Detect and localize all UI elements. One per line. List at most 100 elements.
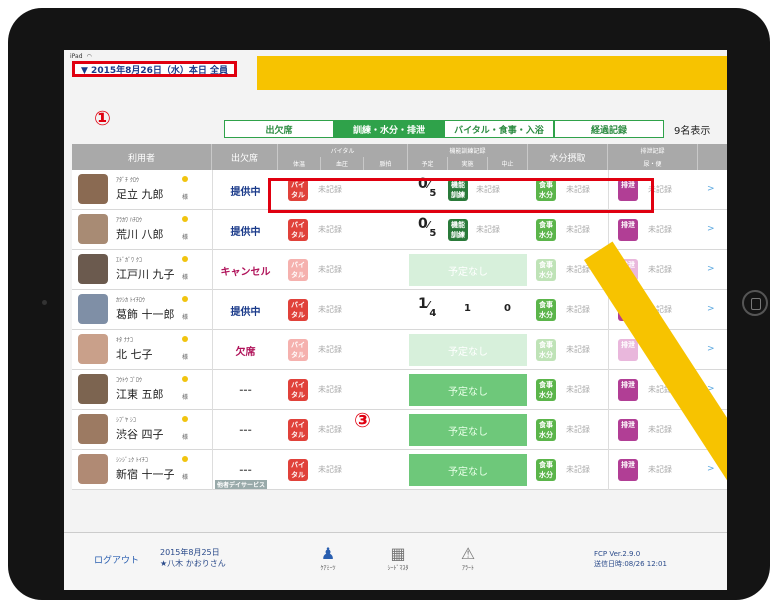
user-name: 江戸川 九子 (116, 268, 175, 281)
honorific: 様 (182, 194, 189, 201)
tab-progress[interactable]: 経過記録 (554, 120, 664, 138)
home-button[interactable] (742, 290, 768, 316)
user-name: 北 七子 (116, 348, 153, 361)
avatar (78, 454, 108, 484)
sent-time: 送信日時:08/26 12:01 (594, 560, 667, 568)
table-row[interactable]: ｱﾗｶﾜ ﾊﾁﾛｳ 荒川 八郎様提供中 バイ タル 未記録 0⁄5 機能 訓練 未記録 食事 水分未… (72, 210, 727, 250)
date-selector[interactable]: ▼ 2015年8月26日（水）本日 全員 (72, 61, 238, 77)
vital-badge[interactable]: バイ タル (288, 299, 308, 321)
excretion-badge[interactable]: 排泄 (618, 219, 638, 241)
attendance-label: 提供中 (230, 186, 261, 198)
marker-1: ① (94, 106, 111, 130)
vital-badge[interactable]: バイ タル (288, 419, 308, 441)
date-label: ▼ 2015年8月26日（水）本日 全員 (81, 65, 229, 76)
status-dot (182, 456, 188, 462)
water-badge[interactable]: 食事 水分 (536, 339, 556, 361)
chevron-right-icon[interactable]: > (707, 264, 715, 274)
status-dot (182, 336, 188, 342)
attendance-status[interactable]: 欠席 (212, 330, 278, 370)
chevron-right-icon[interactable]: > (707, 304, 715, 314)
camera-icon (42, 300, 47, 305)
header-training-plan: 予定 (408, 157, 448, 170)
attendance-status[interactable]: --- (212, 410, 278, 450)
alert-label: ｱﾗｰﾄ (461, 565, 474, 572)
display-count: 9名表示 (674, 126, 711, 137)
training-none: 予定なし (409, 374, 527, 406)
vital-badge[interactable]: バイ タル (288, 339, 308, 361)
alert-tab[interactable]: ⚠ ｱﾗｰﾄ (448, 544, 488, 573)
training-stop: 0 (504, 303, 511, 314)
table-row[interactable]: ｼﾌﾞﾔ ｼｺ渋谷 四子様---バイタル未記録予定なし食事水分未記録排泄未記録> (72, 410, 727, 450)
vital-unrecorded: 未記録 (318, 465, 342, 474)
honorific: 様 (182, 314, 189, 321)
attendance-label: 提供中 (230, 306, 261, 318)
table-row[interactable]: ｼﾝｼﾞｭｸ ﾄｲﾁｺ 新宿 十一子様 --- 他者デイサービス バイ タル 未記録 予定なし… (72, 450, 727, 490)
warning-icon: ⚠ (460, 544, 476, 563)
seed-master-tab[interactable]: ▦ ｼｰﾄﾞﾏｽﾀ (378, 545, 418, 573)
water-badge[interactable]: 食事 水分 (536, 219, 556, 241)
vital-unrecorded: 未記録 (318, 225, 342, 234)
header-vital-pulse: 脈拍 (364, 157, 408, 170)
chevron-right-icon[interactable]: > (707, 184, 715, 194)
user-kana: ｶﾂｼｶ ﾄｲﾁﾛｳ (116, 297, 145, 304)
water-badge[interactable]: 食事 水分 (536, 419, 556, 441)
column-divider (608, 370, 609, 410)
training-fraction: 1⁄4 (418, 296, 437, 319)
chevron-right-icon[interactable]: > (707, 464, 715, 474)
vital-badge[interactable]: バイ タル (288, 379, 308, 401)
avatar (78, 214, 108, 244)
table-row[interactable]: ｺｳﾄｳ ｺﾞﾛｳ 江東 五郎様 --- バイ タル 未記録 予定なし 食事 水分 未記録 排泄 未記… (72, 370, 727, 410)
seed-master-label: ｼｰﾄﾞﾏｽﾀ (387, 565, 409, 572)
chevron-right-icon[interactable]: > (707, 344, 715, 354)
vital-badge[interactable]: バイ タル (288, 459, 308, 481)
vital-unrecorded: 未記録 (318, 305, 342, 314)
column-divider (608, 410, 609, 450)
excretion-unrecorded: 未記録 (648, 225, 672, 234)
column-divider (608, 450, 609, 490)
header-attendance: 出欠席 (212, 144, 278, 170)
vital-badge[interactable]: バイ タル (288, 219, 308, 241)
logout-button[interactable]: ログアウト (94, 553, 139, 566)
training-badge[interactable]: 機能 訓練 (448, 219, 468, 241)
attendance-status[interactable]: --- (212, 370, 278, 410)
tab-vital[interactable]: バイタル・食事・入浴 (444, 120, 554, 138)
water-badge[interactable]: 食事 水分 (536, 299, 556, 321)
avatar (78, 414, 108, 444)
attendance-sub: 他者デイサービス (215, 480, 268, 489)
training-none: 予定なし (409, 334, 527, 366)
status-dot (182, 256, 188, 262)
table-row[interactable]: ｷﾀ ﾅﾅｺ北 七子様欠席バイタル未記録予定なし食事水分未記録排泄未記録> (72, 330, 727, 370)
chevron-right-icon[interactable]: > (707, 224, 715, 234)
header-vital-bp: 血圧 (321, 157, 364, 170)
attendance-status[interactable]: 提供中 (212, 290, 278, 330)
excretion-badge[interactable]: 排泄 (618, 459, 638, 481)
water-badge[interactable]: 食事 水分 (536, 459, 556, 481)
excretion-badge[interactable]: 排泄 (618, 339, 638, 361)
user-kana: ｼﾌﾞﾔ ｼｺ (116, 417, 136, 424)
footer-date-text: 2015年8月25日 (160, 548, 220, 557)
water-unrecorded: 未記録 (566, 385, 590, 394)
attendance-status[interactable]: キャンセル (212, 250, 278, 290)
attendance-label: --- (239, 464, 252, 476)
avatar (78, 294, 108, 324)
footer-staff: ★八木 かおりさん (160, 559, 226, 568)
tab-attendance[interactable]: 出欠席 (224, 120, 334, 138)
attendance-status[interactable]: --- 他者デイサービス (212, 450, 278, 490)
excretion-badge[interactable]: 排泄 (618, 419, 638, 441)
excretion-badge[interactable]: 排泄 (618, 379, 638, 401)
water-badge[interactable]: 食事 水分 (536, 379, 556, 401)
tab-bar: 出欠席 訓練・水分・排泄 バイタル・食事・入浴 経過記録 (224, 120, 664, 138)
water-unrecorded: 未記録 (566, 465, 590, 474)
care-meets-tab[interactable]: ♟ ｹｱﾐｰﾂ (308, 545, 348, 573)
honorific: 様 (182, 274, 189, 281)
vital-badge[interactable]: バイ タル (288, 259, 308, 281)
header-excretion: 排泄記録 (608, 144, 698, 157)
attendance-status[interactable]: 提供中 (212, 210, 278, 250)
water-unrecorded: 未記録 (566, 305, 590, 314)
highlight-box (268, 178, 654, 213)
tab-training[interactable]: 訓練・水分・排泄 (334, 120, 444, 138)
user-name: 荒川 八郎 (116, 228, 164, 241)
attendance-label: キャンセル (220, 266, 271, 278)
honorific: 様 (182, 394, 189, 401)
water-badge[interactable]: 食事 水分 (536, 259, 556, 281)
